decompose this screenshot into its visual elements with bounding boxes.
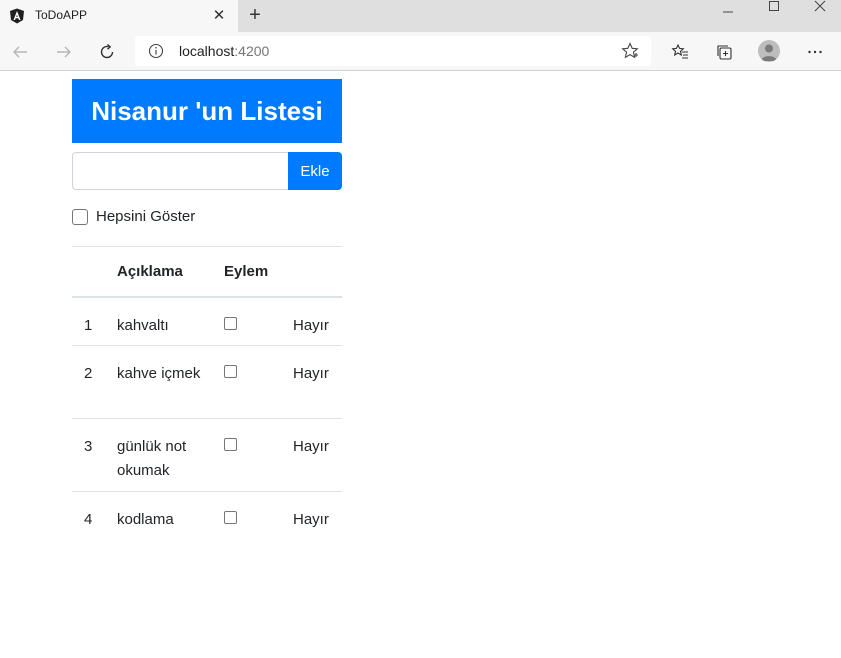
maximize-icon[interactable] xyxy=(751,0,797,28)
tab-title: ToDoAPP xyxy=(35,8,88,22)
row-done-checkbox-cell xyxy=(224,491,293,541)
done-checkbox[interactable] xyxy=(224,365,237,378)
done-checkbox[interactable] xyxy=(224,511,237,524)
forward-arrow-icon[interactable] xyxy=(52,40,76,64)
row-status: Hayır xyxy=(293,491,342,541)
row-status: Hayır xyxy=(293,345,342,419)
angular-logo-icon xyxy=(10,8,24,24)
address-bar[interactable]: localhost:4200 xyxy=(135,36,651,66)
tab-close-icon[interactable]: ✕ xyxy=(211,8,227,24)
minimize-icon[interactable] xyxy=(705,0,751,28)
todo-table: Açıklama Eylem 1 kahvaltı Hayır 2 kahve … xyxy=(72,246,342,541)
row-number: 4 xyxy=(72,491,117,541)
page-title: Nisanur 'un Listesi xyxy=(72,79,342,143)
row-description: kahve içmek xyxy=(117,345,224,419)
row-done-checkbox-cell xyxy=(224,345,293,419)
refresh-icon[interactable] xyxy=(95,40,119,64)
row-done-checkbox-cell xyxy=(224,296,293,346)
row-number: 3 xyxy=(72,418,117,492)
browser-toolbar: localhost:4200 xyxy=(0,32,841,71)
row-number: 1 xyxy=(72,296,117,346)
add-button[interactable]: Ekle xyxy=(288,152,342,190)
window-close-icon[interactable] xyxy=(797,0,841,28)
table-row: 1 kahvaltı Hayır xyxy=(72,296,342,346)
done-checkbox[interactable] xyxy=(224,438,237,451)
row-number: 2 xyxy=(72,345,117,419)
new-tab-icon[interactable]: + xyxy=(245,5,265,25)
table-row: 2 kahve içmek Hayır xyxy=(72,345,342,419)
url-text: localhost:4200 xyxy=(179,43,270,59)
row-status: Hayır xyxy=(293,418,342,492)
header-action: Eylem xyxy=(224,246,293,298)
show-all-label: Hepsini Göster xyxy=(96,208,196,225)
browser-tab[interactable]: ToDoAPP ✕ xyxy=(0,0,238,32)
show-all-toggle[interactable]: Hepsini Göster xyxy=(72,208,195,225)
row-description: kodlama xyxy=(117,491,224,541)
table-header-row: Açıklama Eylem xyxy=(72,246,342,298)
header-status xyxy=(293,246,342,298)
row-description: günlük not okumak xyxy=(117,418,224,492)
table-row: 4 kodlama Hayır xyxy=(72,491,342,541)
row-description: kahvaltı xyxy=(117,296,224,346)
profile-avatar-icon[interactable] xyxy=(758,40,780,62)
header-number xyxy=(72,246,117,298)
favorites-icon[interactable] xyxy=(668,40,692,64)
info-icon[interactable] xyxy=(148,43,164,59)
done-checkbox[interactable] xyxy=(224,316,237,330)
back-arrow-icon[interactable] xyxy=(8,40,32,64)
tab-strip: ToDoAPP ✕ + xyxy=(0,0,841,32)
favorite-star-icon[interactable] xyxy=(621,42,639,60)
more-options-icon[interactable] xyxy=(803,40,827,64)
table-row: 3 günlük not okumak Hayır xyxy=(72,418,342,492)
header-description: Açıklama xyxy=(117,246,224,298)
row-done-checkbox-cell xyxy=(224,418,293,492)
collections-icon[interactable] xyxy=(712,40,736,64)
row-status: Hayır xyxy=(293,296,342,346)
todo-input[interactable] xyxy=(72,152,288,190)
add-todo-form: Ekle xyxy=(72,152,342,190)
show-all-checkbox[interactable] xyxy=(72,208,88,225)
